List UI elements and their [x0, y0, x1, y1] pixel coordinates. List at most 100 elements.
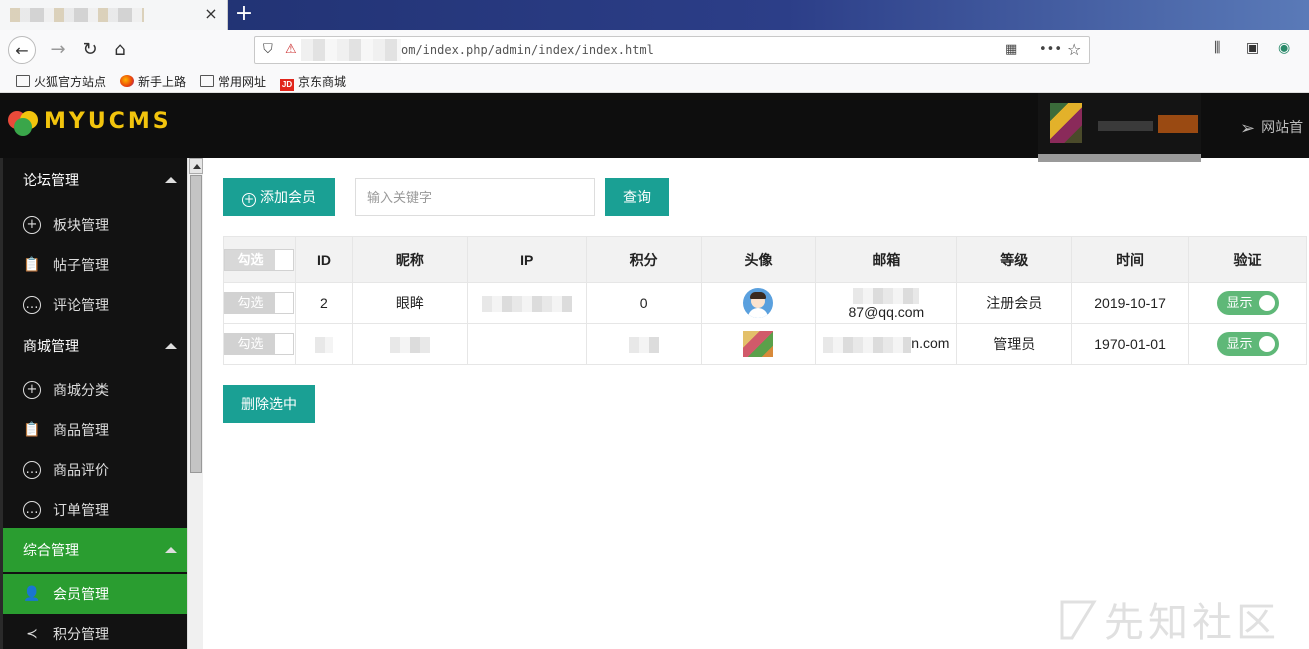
email-prefix-blurred	[853, 287, 920, 304]
sidebar-item-orders[interactable]: … 订单管理	[3, 490, 187, 530]
caret-up-icon	[165, 343, 177, 349]
sidebar-group-forum[interactable]: 论坛管理	[3, 158, 187, 202]
shield-icon[interactable]: ⛉	[263, 42, 273, 57]
new-tab-icon[interactable]: +	[233, 2, 255, 26]
reload-icon[interactable]: ↻	[76, 36, 104, 64]
browser-tab[interactable]: ×	[0, 0, 228, 30]
address-bar[interactable]: ⛉ ⚠ om/index.php/admin/index/index.html …	[254, 36, 1090, 64]
cell-points: 0	[585, 282, 702, 324]
col-ip: IP	[466, 236, 587, 283]
bookmark-firefox-site[interactable]: 火狐官方站点	[16, 73, 106, 90]
col-time: 时间	[1071, 236, 1189, 283]
row-select-cell: 勾选	[223, 282, 296, 324]
col-email: 邮箱	[815, 236, 958, 283]
table-row: 勾选 n.com 管理员 1970-01-01 显示	[223, 323, 1307, 365]
page-actions-icon[interactable]: •••	[1039, 42, 1062, 57]
home-icon[interactable]: ⌂	[106, 36, 134, 64]
back-arrow-icon[interactable]: ←	[8, 36, 36, 64]
url-path[interactable]: om/index.php/admin/index/index.html	[401, 43, 654, 57]
sidebar-item-comments[interactable]: … 评论管理	[3, 285, 187, 325]
paper-plane-icon: ➢	[1240, 118, 1256, 139]
sidebar-group-shop[interactable]: 商城管理	[3, 324, 187, 368]
forward-arrow-icon[interactable]: →	[44, 36, 72, 64]
watermark: 先知社区	[1058, 590, 1280, 648]
row-select-cell: 勾选	[223, 323, 296, 365]
bookmark-getting-started[interactable]: 新手上路	[120, 73, 186, 90]
col-level: 等级	[956, 236, 1073, 283]
toggle-knob	[1258, 295, 1275, 311]
sidebar-item-points[interactable]: ≺ 积分管理	[3, 614, 187, 649]
account-icon[interactable]: ◉	[1278, 40, 1290, 56]
browser-tab-strip: × +	[0, 0, 1309, 30]
points-blurred	[628, 336, 659, 353]
col-points: 积分	[585, 236, 702, 283]
sidebar-item-shop-categories[interactable]: + 商城分类	[3, 370, 187, 410]
toggle-knob	[1258, 336, 1275, 352]
watermark-logo-icon	[1060, 600, 1097, 640]
row-checkbox[interactable]: 勾选	[224, 292, 295, 314]
cell-level: 注册会员	[956, 282, 1073, 324]
sidebar-item-members[interactable]: 👤 会员管理	[3, 574, 187, 614]
ip-blurred	[481, 295, 572, 312]
insecure-lock-icon[interactable]: ⚠	[285, 42, 297, 57]
cell-verify: 显示	[1188, 323, 1307, 365]
col-avatar: 头像	[700, 236, 817, 283]
url-host-blurred	[301, 39, 401, 61]
clipboard-icon: 📋	[23, 257, 41, 273]
add-member-button[interactable]: + 添加会员	[223, 178, 335, 216]
user-info-blurred[interactable]	[1038, 93, 1201, 162]
delete-selected-button[interactable]: 删除选中	[223, 385, 315, 423]
select-all-cell: 勾选	[223, 236, 296, 283]
scrollbar-thumb[interactable]	[190, 175, 202, 473]
sidebar-scrollbar[interactable]	[187, 158, 203, 649]
query-button[interactable]: 查询	[605, 178, 669, 216]
app-header: MYUCMS ➢ 网站首	[0, 93, 1309, 162]
select-all-checkbox[interactable]: 勾选	[224, 248, 295, 271]
keyword-search-input[interactable]	[355, 178, 595, 216]
plus-circle-icon: +	[23, 216, 41, 234]
verify-toggle[interactable]: 显示	[1216, 291, 1279, 315]
email-prefix-blurred	[823, 336, 912, 353]
sidebar-item-product-reviews[interactable]: … 商品评价	[3, 450, 187, 490]
bookmark-jd[interactable]: JD 京东商城	[280, 73, 346, 91]
logo-text[interactable]: MYUCMS	[44, 109, 172, 134]
table-row: 勾选 2 眼眸 0 87@qq.com 注册会员 2019-10-17 显示	[223, 282, 1307, 324]
cell-time: 1970-01-01	[1071, 323, 1189, 365]
cell-level: 管理员	[956, 323, 1073, 365]
close-tab-icon[interactable]: ×	[202, 4, 220, 24]
row-checkbox[interactable]: 勾选	[224, 333, 295, 355]
sidebar-toggle-icon[interactable]: ▣	[1246, 40, 1259, 56]
cell-ip	[466, 282, 587, 324]
id-blurred	[314, 336, 333, 353]
cell-avatar	[700, 323, 817, 365]
sidebar-item-products[interactable]: 📋 商品管理	[3, 410, 187, 450]
sidebar-item-posts[interactable]: 📋 帖子管理	[3, 245, 187, 285]
qr-code-icon[interactable]: ▦	[1005, 42, 1017, 57]
user-role-blurred	[1158, 115, 1198, 133]
sidebar-item-boards[interactable]: + 板块管理	[3, 205, 187, 245]
sidebar-group-general[interactable]: 综合管理	[3, 528, 187, 572]
cell-nickname: 眼眸	[351, 282, 468, 324]
user-icon: 👤	[23, 586, 41, 602]
caret-up-icon	[165, 177, 177, 183]
site-home-link[interactable]: ➢ 网站首	[1240, 117, 1303, 139]
folder-icon	[200, 75, 214, 87]
user-avatar	[1050, 103, 1082, 143]
table-header-row: 勾选 ID 昵称 IP 积分 头像 邮箱 等级 时间 验证	[223, 236, 1307, 283]
tab-title-blurred	[10, 8, 144, 22]
cell-email: 87@qq.com	[815, 282, 958, 324]
bookmarks-toolbar: 火狐官方站点 新手上路 常用网址 JD 京东商城	[0, 70, 1309, 93]
bookmark-star-icon[interactable]: ☆	[1067, 40, 1081, 59]
bookmark-common-sites[interactable]: 常用网址	[200, 73, 266, 90]
plus-circle-icon: +	[242, 192, 256, 207]
verify-toggle[interactable]: 显示	[1216, 332, 1279, 356]
cell-verify: 显示	[1188, 282, 1307, 324]
comment-dots-icon: …	[23, 501, 41, 519]
firefox-icon	[120, 75, 134, 87]
user-area-underline	[1038, 154, 1201, 162]
library-icon[interactable]: ⫼	[1214, 40, 1220, 56]
cell-ip	[466, 323, 587, 365]
scroll-up-icon[interactable]	[189, 158, 203, 174]
logo-icon	[8, 111, 38, 136]
members-table: 勾选 ID 昵称 IP 积分 头像 邮箱 等级 时间 验证 勾选 2 眼眸 0 …	[223, 236, 1307, 365]
